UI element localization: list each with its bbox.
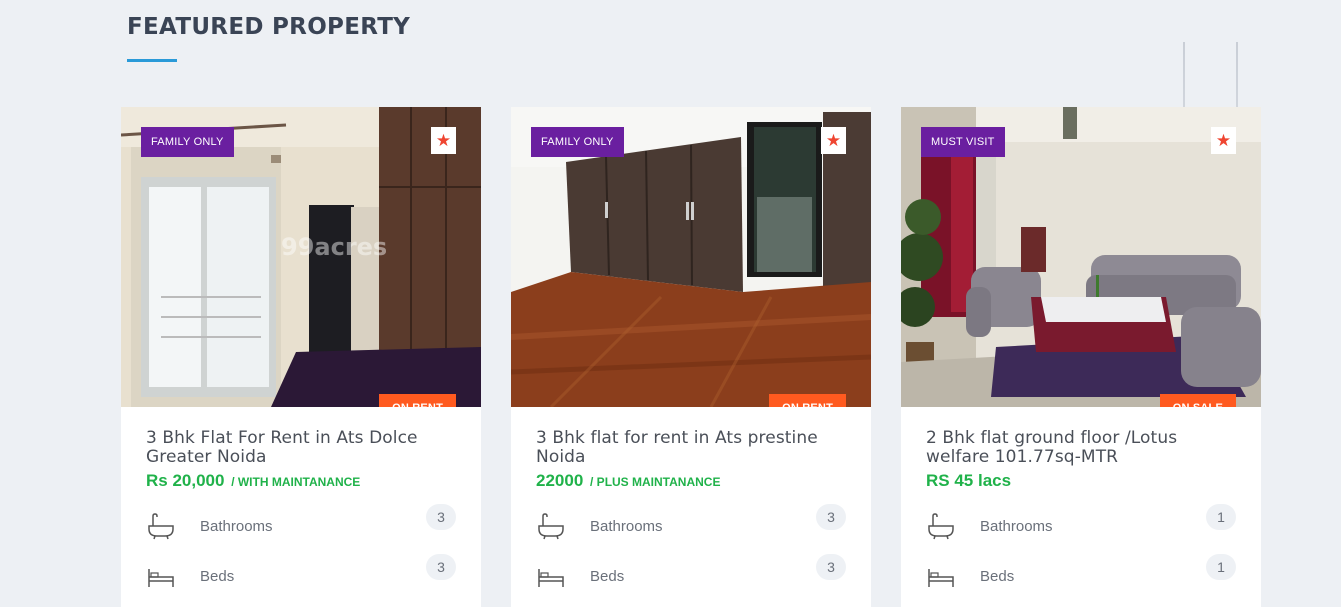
property-price: 22000 / PLUS MAINTANANCE	[536, 471, 846, 491]
feature-label: Bathrooms	[590, 517, 663, 535]
property-title[interactable]: 2 Bhk flat ground floor /Lotus welfare 1…	[926, 429, 1236, 467]
star-icon[interactable]: ★	[431, 127, 456, 154]
property-photo[interactable]: FAMILY ONLY ★ ON RENT	[511, 107, 871, 407]
feature-beds: Beds 1	[926, 551, 1236, 601]
bed-icon	[538, 569, 564, 587]
feature-beds: Beds 3	[146, 551, 456, 601]
bathtub-icon	[928, 513, 954, 540]
property-card[interactable]: FAMILY ONLY ★ ON RENT 3 Bhk flat for ren…	[511, 107, 871, 607]
property-tag: FAMILY ONLY	[531, 127, 624, 157]
feature-bathrooms: Bathrooms 3	[146, 501, 456, 551]
feature-count: 3	[816, 504, 846, 530]
feature-count: 3	[426, 554, 456, 580]
section-title: FEATURED PROPERTY	[127, 14, 411, 40]
feature-label: Bathrooms	[980, 517, 1053, 535]
feature-bathrooms: Bathrooms 1	[926, 501, 1236, 551]
price-note: / PLUS MAINTANANCE	[590, 475, 721, 489]
property-card[interactable]: MUST VISIT ★ ON SALE 2 Bhk flat ground f…	[901, 107, 1261, 607]
feature-count: 3	[816, 554, 846, 580]
price-value: 22000	[536, 471, 584, 490]
bed-icon	[148, 569, 174, 587]
feature-bathrooms: Bathrooms 3	[536, 501, 846, 551]
property-price: RS 45 lacs	[926, 471, 1236, 491]
price-value: Rs 20,000	[146, 471, 225, 490]
feature-beds: Beds 3	[536, 551, 846, 601]
feature-count: 3	[426, 504, 456, 530]
watermark-text: 99acres	[281, 233, 387, 261]
price-note: / WITH MAINTANANCE	[231, 475, 361, 489]
property-card[interactable]: 99acres FAMILY ONLY ★ ON RENT 3 Bhk Flat…	[121, 107, 481, 607]
feature-count: 1	[1206, 504, 1236, 530]
feature-label: Beds	[590, 567, 625, 585]
price-value: RS 45 lacs	[926, 471, 1012, 490]
feature-count: 1	[1206, 554, 1236, 580]
property-title[interactable]: 3 Bhk flat for rent in Ats prestine Noid…	[536, 429, 846, 467]
bathtub-icon	[538, 513, 564, 540]
property-photo[interactable]: MUST VISIT ★ ON SALE	[901, 107, 1261, 407]
bed-icon	[928, 569, 954, 587]
star-icon[interactable]: ★	[1211, 127, 1236, 154]
property-photo[interactable]: 99acres FAMILY ONLY ★ ON RENT	[121, 107, 481, 407]
status-badge: ON RENT	[769, 394, 846, 407]
bathtub-icon	[148, 513, 174, 540]
feature-label: Bathrooms	[200, 517, 273, 535]
title-underline	[127, 59, 177, 62]
star-icon[interactable]: ★	[821, 127, 846, 154]
property-price: Rs 20,000 / WITH MAINTANANCE	[146, 471, 456, 491]
property-tag: MUST VISIT	[921, 127, 1005, 157]
feature-label: Beds	[200, 567, 235, 585]
status-badge: ON RENT	[379, 394, 456, 407]
property-tag: FAMILY ONLY	[141, 127, 234, 157]
feature-label: Beds	[980, 567, 1015, 585]
status-badge: ON SALE	[1159, 394, 1236, 407]
property-title[interactable]: 3 Bhk Flat For Rent in Ats Dolce Greater…	[146, 429, 456, 467]
